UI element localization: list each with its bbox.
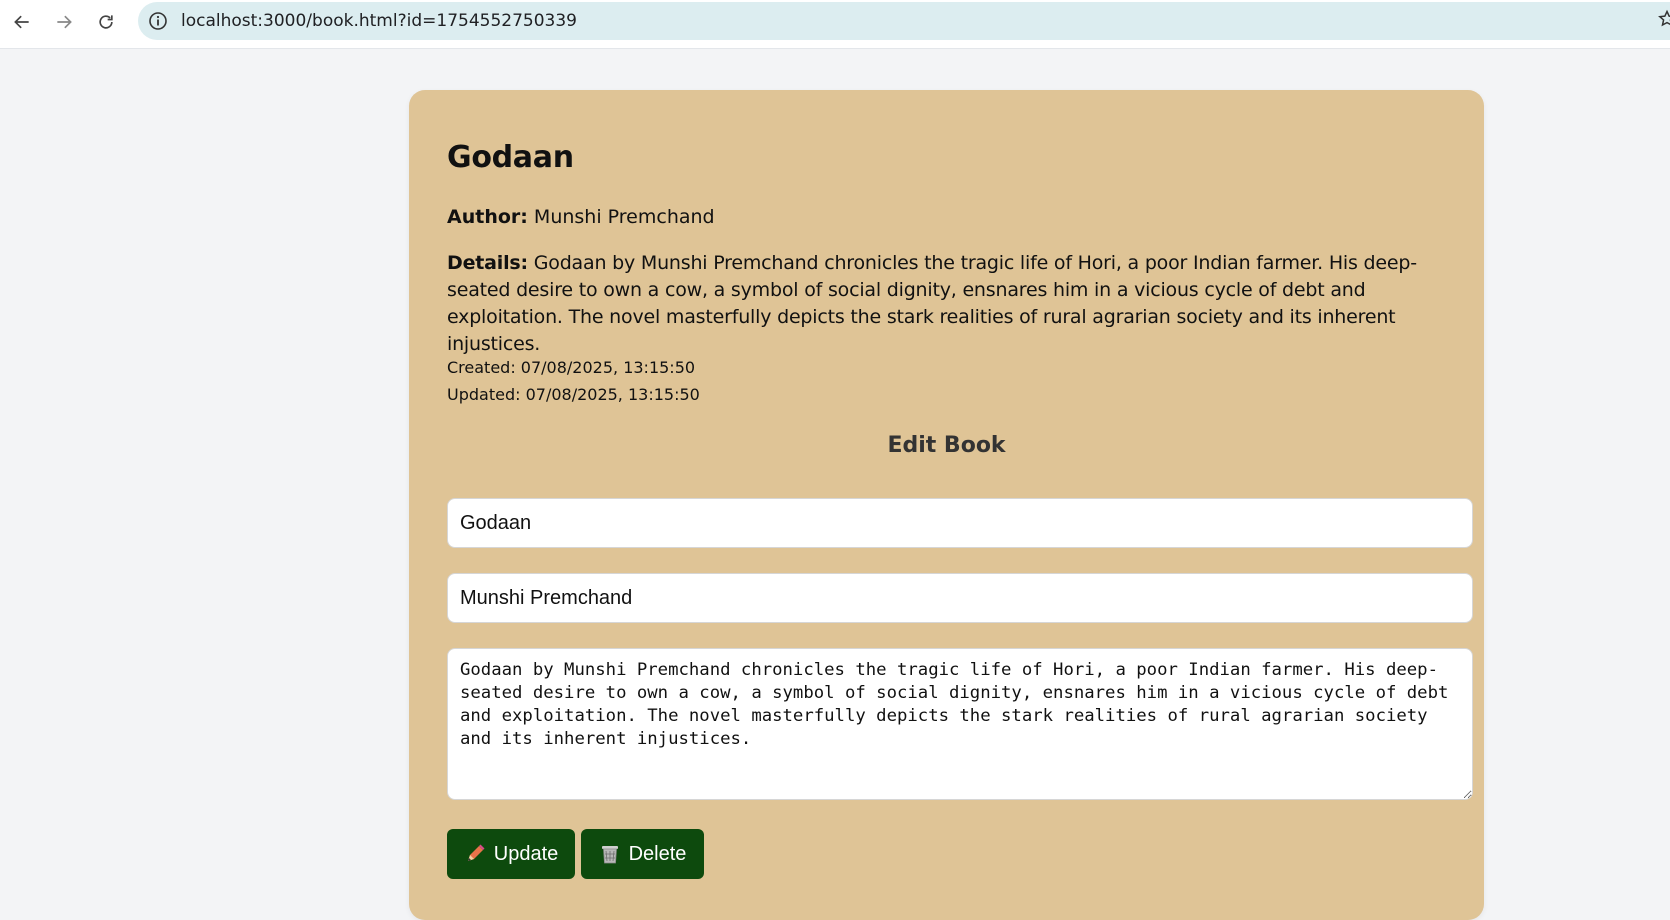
book-title: Godaan (447, 140, 574, 175)
title-input[interactable] (447, 498, 1473, 548)
update-button[interactable]: Update (447, 829, 575, 879)
url-text[interactable]: localhost:3000/book.html?id=175455275033… (181, 11, 577, 31)
update-button-label: Update (493, 842, 559, 865)
updated-timestamp: Updated: 07/08/2025, 13:15:50 (447, 385, 700, 404)
details-value: Godaan by Munshi Premchand chronicles th… (447, 252, 1417, 355)
browser-toolbar: localhost:3000/book.html?id=175455275033… (0, 0, 1670, 49)
wastebasket-icon (599, 843, 621, 865)
back-arrow-icon[interactable] (8, 8, 36, 36)
delete-button-label: Delete (628, 842, 687, 865)
bookmark-star-icon[interactable] (1657, 9, 1670, 29)
delete-button[interactable]: Delete (581, 829, 704, 879)
address-bar[interactable]: localhost:3000/book.html?id=175455275033… (138, 2, 1670, 40)
details-label: Details: (447, 252, 528, 274)
site-info-icon[interactable] (148, 11, 168, 31)
details-line: Details: Godaan by Munshi Premchand chro… (447, 250, 1447, 358)
forward-arrow-icon[interactable] (50, 8, 78, 36)
author-label: Author: (447, 206, 528, 228)
details-textarea[interactable]: Godaan by Munshi Premchand chronicles th… (447, 648, 1473, 800)
author-value: Munshi Premchand (533, 206, 715, 228)
pencil-icon (464, 843, 486, 865)
author-line: Author: Munshi Premchand (447, 204, 1447, 231)
book-card: Godaan Author: Munshi Premchand Details:… (409, 90, 1484, 920)
edit-book-heading: Edit Book (887, 433, 1006, 458)
reload-icon[interactable] (92, 8, 120, 36)
author-input[interactable] (447, 573, 1473, 623)
created-timestamp: Created: 07/08/2025, 13:15:50 (447, 358, 696, 377)
